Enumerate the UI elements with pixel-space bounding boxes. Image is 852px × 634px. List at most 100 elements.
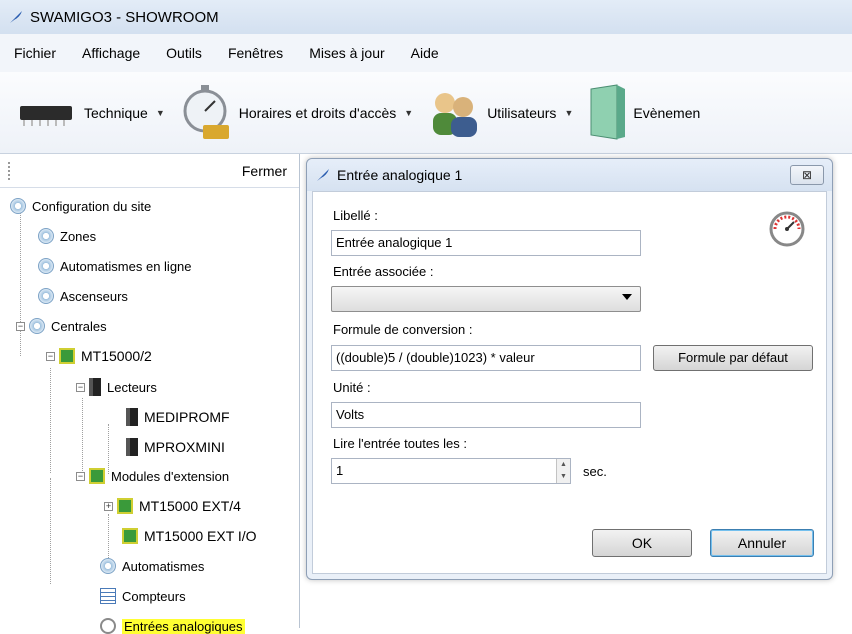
tree-item-label: MT15000/2 — [81, 348, 152, 364]
toolbar-utilisateurs-label: Utilisateurs — [487, 104, 557, 121]
menu-mises-a-jour[interactable]: Mises à jour — [307, 43, 386, 63]
tree-item-label: MT15000 EXT I/O — [144, 528, 257, 544]
reader-icon — [126, 438, 138, 456]
collapse-icon[interactable]: − — [76, 471, 85, 481]
tree-item-label: Entrées analogiques — [122, 618, 245, 634]
counter-icon — [100, 588, 116, 604]
lire-unit-label: sec. — [583, 464, 607, 479]
tree-item-mt15000-2[interactable]: − MT15000/2 — [46, 348, 152, 364]
tree-item-modules-d-extension[interactable]: − Modules d'extension — [76, 468, 229, 484]
collapse-icon[interactable]: − — [76, 382, 85, 392]
tree-item-entrees-analogiques[interactable]: Entrées analogiques — [100, 618, 245, 634]
formule-label: Formule de conversion : — [333, 322, 473, 337]
users-icon — [433, 92, 478, 137]
tree-line — [50, 368, 51, 473]
tree-line — [50, 478, 51, 584]
tree-item-label: MT15000 EXT/4 — [139, 498, 241, 514]
tree-item-label: Configuration du site — [32, 198, 152, 214]
entree-associee-label: Entrée associée : — [333, 264, 434, 279]
formule-par-defaut-button[interactable]: Formule par défaut — [653, 345, 813, 371]
tree-item-mt15000-ext4[interactable]: + MT15000 EXT/4 — [104, 498, 241, 514]
gauge-icon — [100, 618, 116, 634]
panel-grip — [8, 162, 10, 180]
window-titlebar: SWAMIGO3 - SHOWROOM — [0, 0, 852, 34]
toolbar-horaires-label: Horaires et droits d'accès — [238, 104, 397, 121]
reader-icon — [89, 378, 101, 396]
tree-item-label: Lecteurs — [107, 379, 157, 395]
tree-item-compteurs[interactable]: Compteurs — [100, 588, 186, 604]
feather-icon — [10, 11, 22, 23]
tree-item-label: MPROXMINI — [144, 439, 225, 455]
door-icon — [590, 83, 626, 140]
tree-item-configuration-du-site[interactable]: Configuration du site — [10, 198, 151, 214]
menu-outils[interactable]: Outils — [164, 43, 204, 63]
chip-icon — [89, 468, 105, 484]
dropdown-arrow-icon — [622, 294, 632, 300]
dialog-body: Libellé : Entrée analogique 1 Entrée ass… — [312, 191, 827, 574]
toolbar-technique-button[interactable]: Technique ▼ — [14, 98, 165, 128]
spinner-buttons[interactable]: ▲ ▼ — [556, 459, 570, 483]
tree-item-zones[interactable]: Zones — [38, 228, 96, 244]
cancel-button[interactable]: Annuler — [710, 529, 814, 557]
dropdown-arrow-icon: ▼ — [155, 107, 165, 118]
menu-bar: Fichier Affichage Outils Fenêtres Mises … — [0, 34, 852, 72]
site-tree-panel: Fermer Configuration du site Zones Autom… — [0, 154, 300, 634]
tree-line — [82, 398, 83, 473]
dialog-close-button[interactable]: ⊠ — [790, 165, 824, 185]
gear-icon — [10, 198, 26, 214]
feather-icon — [317, 169, 329, 181]
spin-up-icon[interactable]: ▲ — [557, 459, 570, 471]
formule-field[interactable]: ((double)5 / (double)1023) * valeur — [331, 345, 641, 371]
entree-associee-select[interactable] — [331, 286, 641, 312]
toolbar-technique-label: Technique — [84, 104, 148, 121]
tree-item-centrales[interactable]: − Centrales — [16, 318, 107, 334]
tree-item-medipromf[interactable]: MEDIPROMF — [126, 408, 230, 426]
tree-item-ascenseurs[interactable]: Ascenseurs — [38, 288, 128, 304]
panel-close-button[interactable]: Fermer — [242, 163, 287, 179]
menu-fichier[interactable]: Fichier — [12, 43, 58, 63]
collapse-icon[interactable]: − — [16, 321, 25, 331]
tree-item-automatismes[interactable]: Automatismes — [100, 558, 204, 574]
toolbar: Technique ▼ Horaires et droits d'accès ▼… — [0, 72, 852, 154]
tree-item-lecteurs[interactable]: − Lecteurs — [76, 378, 157, 396]
toolbar-evenements-button[interactable]: Evènemen — [587, 83, 700, 143]
tree-item-mproxmini[interactable]: MPROXMINI — [126, 438, 225, 456]
gear-icon — [38, 258, 54, 274]
panel-header: Fermer — [0, 154, 299, 188]
menu-fenetres[interactable]: Fenêtres — [226, 43, 285, 63]
unite-field[interactable]: Volts — [331, 402, 641, 428]
toolbar-evenements-label: Evènemen — [633, 104, 701, 121]
libelle-label: Libellé : — [333, 208, 378, 223]
spin-down-icon[interactable]: ▼ — [557, 471, 570, 483]
gauge-icon — [769, 211, 805, 247]
tree-item-label: Zones — [60, 228, 97, 244]
menu-affichage[interactable]: Affichage — [80, 43, 142, 63]
lire-spinner[interactable]: 1 ▲ ▼ — [331, 458, 571, 484]
dropdown-arrow-icon: ▼ — [564, 107, 574, 118]
tree-item-label: Modules d'extension — [111, 468, 230, 484]
gear-icon — [100, 558, 116, 574]
gear-icon — [38, 228, 54, 244]
tree-item-automatismes-en-ligne[interactable]: Automatismes en ligne — [38, 258, 192, 274]
tree-line — [108, 514, 109, 564]
unite-label: Unité : — [333, 380, 371, 395]
libelle-field[interactable]: Entrée analogique 1 — [331, 230, 641, 256]
menu-aide[interactable]: Aide — [409, 43, 441, 63]
tree-item-label: MEDIPROMF — [144, 409, 230, 425]
gear-icon — [29, 318, 45, 334]
collapse-icon[interactable]: − — [46, 351, 55, 361]
tree-item-label: Automatismes en ligne — [60, 258, 192, 274]
toolbar-horaires-button[interactable]: Horaires et droits d'accès ▼ — [179, 84, 413, 141]
tree-item-label: Compteurs — [122, 588, 186, 604]
chip-icon — [122, 528, 138, 544]
reader-icon — [126, 408, 138, 426]
tree-item-label: Ascenseurs — [60, 288, 128, 304]
dialog-title: Entrée analogique 1 — [337, 167, 463, 183]
expand-icon[interactable]: + — [104, 501, 113, 511]
ok-button[interactable]: OK — [592, 529, 692, 557]
tree-item-label: Centrales — [51, 318, 107, 334]
window-title: SWAMIGO3 - SHOWROOM — [30, 8, 219, 26]
chip-icon — [59, 348, 75, 364]
toolbar-utilisateurs-button[interactable]: Utilisateurs ▼ — [427, 89, 573, 137]
tree-item-mt15000-ext-io[interactable]: MT15000 EXT I/O — [122, 528, 257, 544]
